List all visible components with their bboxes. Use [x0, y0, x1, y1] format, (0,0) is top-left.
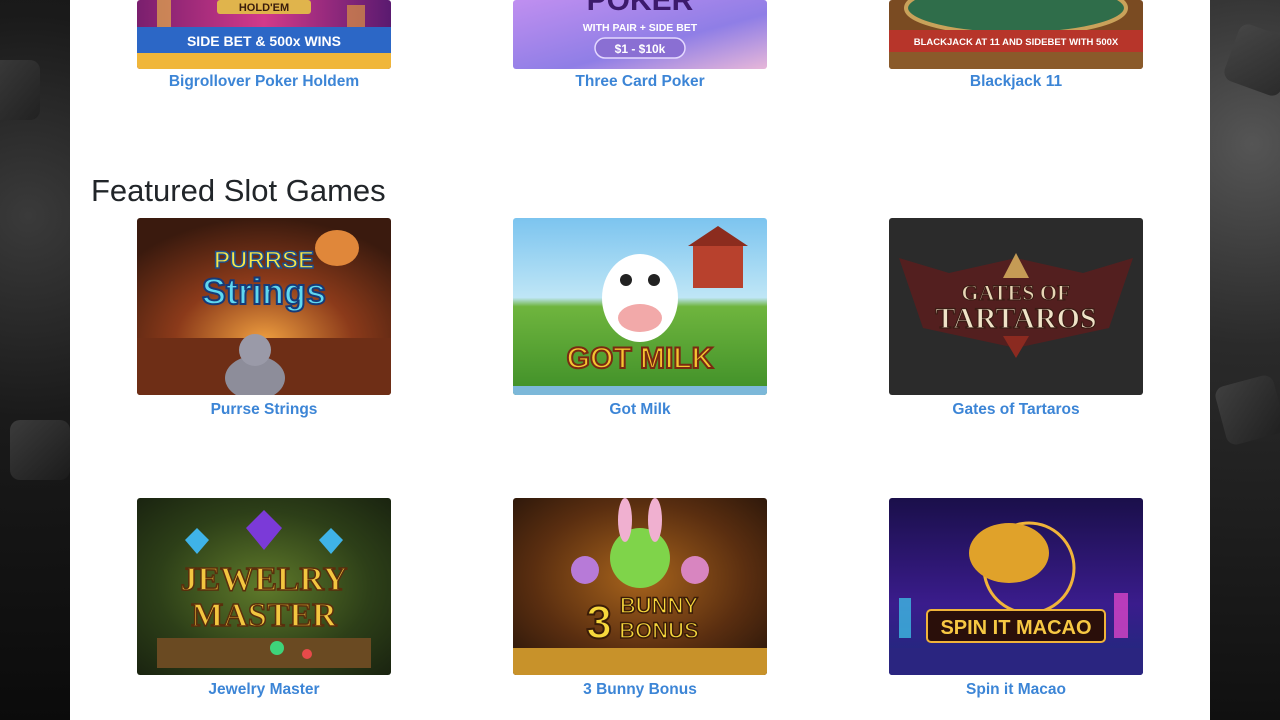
art-text: BUNNY [620, 593, 699, 618]
game-card-three-card-poker[interactable]: POKER WITH PAIR + SIDE BET $1 - $10k Thr… [513, 0, 767, 91]
art-text: SPIN IT MACAO [940, 617, 1091, 639]
game-card-bigrollover-poker[interactable]: HOLD'EM SIDE BET & 500x WINS Bigrollover… [137, 0, 391, 91]
left-backdrop [0, 0, 70, 720]
game-title-link[interactable]: Gates of Tartaros [889, 401, 1143, 419]
game-card-gates-of-tartaros[interactable]: GATES OF TARTAROS Gates of Tartaros [889, 218, 1143, 419]
art-text: SIDE BET & 500x WINS [187, 33, 341, 49]
art-text: $1 - $10k [615, 42, 666, 56]
section-title-featured-slots: Featured Slot Games [91, 173, 386, 208]
dice-decoration [1213, 373, 1280, 447]
game-card-purrse-strings[interactable]: PURRSE Strings Purrse Strings [137, 218, 391, 419]
purrse-strings-thumbnail[interactable]: PURRSE Strings [137, 218, 391, 395]
game-title-link[interactable]: Got Milk [513, 401, 767, 419]
game-title-link[interactable]: Bigrollover Poker Holdem [137, 73, 391, 91]
poker-holdem-thumbnail[interactable]: HOLD'EM SIDE BET & 500x WINS [137, 0, 391, 69]
gates-of-tartaros-thumbnail[interactable]: GATES OF TARTAROS [889, 218, 1143, 395]
art-text: JEWELRY [181, 561, 348, 598]
art-text: BONUS [619, 618, 698, 643]
art-text: WITH PAIR + SIDE BET [583, 22, 698, 34]
art-text: HOLD'EM [239, 2, 289, 14]
three-card-poker-thumbnail[interactable]: POKER WITH PAIR + SIDE BET $1 - $10k [513, 0, 767, 69]
game-card-jewelry-master[interactable]: JEWELRY MASTER Jewelry Master [137, 498, 391, 699]
game-title-link[interactable]: Spin it Macao [889, 681, 1143, 699]
game-title-link[interactable]: Jewelry Master [137, 681, 391, 699]
art-text: POKER [587, 0, 694, 17]
blackjack-thumbnail[interactable]: BLACKJACK AT 11 AND SIDEBET WITH 500X [889, 0, 1143, 69]
game-title-link[interactable]: Three Card Poker [513, 73, 767, 91]
art-text: 3 [586, 596, 612, 648]
art-text: TARTAROS [935, 302, 1096, 335]
dice-decoration [1221, 21, 1280, 99]
right-backdrop [1210, 0, 1280, 720]
jewelry-master-thumbnail[interactable]: JEWELRY MASTER [137, 498, 391, 675]
spin-it-macao-thumbnail[interactable]: SPIN IT MACAO [889, 498, 1143, 675]
game-title-link[interactable]: 3 Bunny Bonus [513, 681, 767, 699]
dice-decoration [10, 420, 70, 480]
game-card-got-milk[interactable]: GOT MILK Got Milk [513, 218, 767, 419]
game-title-link[interactable]: Blackjack 11 [889, 73, 1143, 91]
art-text: MASTER [191, 597, 337, 634]
art-text: PURRSE [214, 247, 314, 274]
game-title-link[interactable]: Purrse Strings [137, 401, 391, 419]
bunny-bonus-thumbnail[interactable]: 3 BUNNY BONUS [513, 498, 767, 675]
art-text: GOT MILK [567, 342, 714, 375]
got-milk-thumbnail[interactable]: GOT MILK [513, 218, 767, 395]
art-text: Strings [202, 271, 326, 312]
game-card-blackjack-11[interactable]: BLACKJACK AT 11 AND SIDEBET WITH 500X Bl… [889, 0, 1143, 91]
game-card-spin-it-macao[interactable]: SPIN IT MACAO Spin it Macao [889, 498, 1143, 699]
games-page: HOLD'EM SIDE BET & 500x WINS Bigrollover… [70, 0, 1210, 720]
art-text: BLACKJACK AT 11 AND SIDEBET WITH 500X [914, 37, 1119, 48]
dice-decoration [0, 60, 40, 120]
game-card-3-bunny-bonus[interactable]: 3 BUNNY BONUS 3 Bunny Bonus [513, 498, 767, 699]
